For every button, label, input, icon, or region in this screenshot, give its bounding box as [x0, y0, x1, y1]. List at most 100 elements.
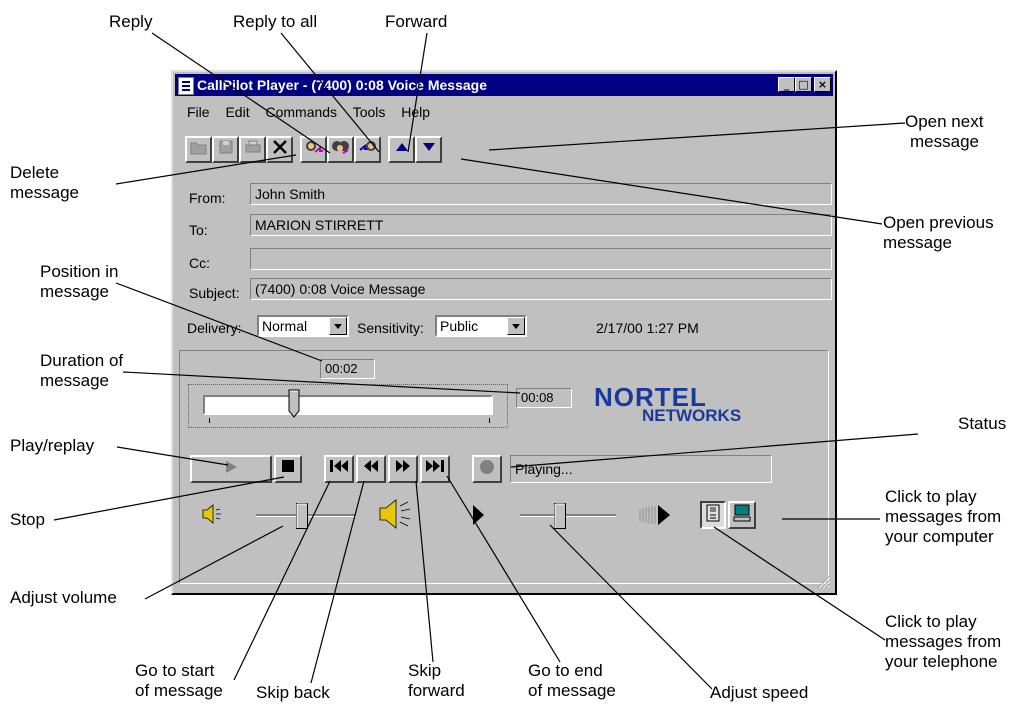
delete-message-button[interactable] — [266, 136, 293, 163]
print-button[interactable] — [239, 136, 266, 163]
menu-file[interactable]: File — [187, 104, 210, 120]
volume-slider-thumb[interactable] — [295, 503, 308, 529]
callout-go-to-start: Go to start of message — [135, 661, 223, 701]
save-icon — [219, 140, 232, 154]
callout-skip-forward: Skip forward — [408, 661, 465, 701]
callout-play-telephone-line1: Click to play — [885, 612, 977, 631]
message-date: 2/17/00 1:27 PM — [596, 320, 699, 336]
skip-back-button[interactable] — [356, 455, 386, 483]
minimize-button[interactable]: _ — [778, 77, 795, 92]
callout-go-to-end-line1: Go to end — [528, 661, 603, 680]
open-next-button[interactable] — [415, 136, 442, 163]
from-field[interactable]: John Smith — [250, 183, 832, 205]
callout-open-previous-line2: message — [883, 233, 952, 252]
save-button[interactable] — [212, 136, 239, 163]
reply-button[interactable] — [300, 136, 327, 163]
callout-stop: Stop — [10, 510, 45, 529]
menu-help[interactable]: Help — [401, 104, 430, 120]
position-slider-thumb[interactable] — [288, 389, 300, 418]
callout-forward: Forward — [385, 12, 448, 31]
go-to-start-button[interactable] — [324, 455, 354, 483]
chevron-down-icon[interactable] — [507, 317, 525, 335]
reply-all-icon — [331, 141, 349, 154]
subject-label: Subject: — [189, 285, 240, 301]
player-panel: 00:02 00:08 NORTEL NETWORKS Playing... — [179, 350, 829, 584]
menu-tools[interactable]: Tools — [353, 104, 386, 120]
cc-field[interactable] — [250, 248, 832, 270]
position-slider-frame — [188, 384, 508, 428]
title-bar[interactable]: CallPilot Player - (7400) 0:08 Voice Mes… — [175, 74, 833, 96]
app-icon — [178, 77, 194, 95]
callout-skip-forward-line2: forward — [408, 681, 465, 700]
arrow-down-icon — [422, 143, 435, 151]
play-icon — [226, 461, 237, 473]
go-to-end-button[interactable] — [420, 455, 450, 483]
callpilot-player-window: CallPilot Player - (7400) 0:08 Voice Mes… — [171, 70, 837, 595]
tick-mark — [489, 418, 490, 423]
reply-all-button[interactable] — [327, 136, 354, 163]
position-slider-track[interactable] — [203, 395, 493, 415]
callout-volume: Adjust volume — [10, 588, 117, 607]
skip-to-end-icon — [426, 460, 444, 472]
stop-icon — [282, 460, 294, 472]
delivery-label: Delivery: — [187, 320, 242, 336]
menu-commands[interactable]: Commands — [265, 104, 337, 120]
fast-forward-icon — [396, 460, 410, 472]
menu-edit[interactable]: Edit — [225, 104, 249, 120]
sensitivity-label: Sensitivity: — [357, 320, 424, 336]
speed-slow-icon — [473, 505, 484, 525]
play-button[interactable] — [190, 455, 272, 483]
menu-bar: File Edit Commands Tools Help — [187, 104, 442, 120]
callout-skip-back: Skip back — [256, 683, 330, 702]
callout-duration-line1: Duration of — [40, 351, 124, 370]
callout-skip-forward-line1: Skip — [408, 661, 442, 680]
open-previous-button[interactable] — [388, 136, 415, 163]
stop-button[interactable] — [274, 455, 302, 483]
callout-status: Status — [958, 414, 1007, 433]
callout-play-telephone-line3: your telephone — [885, 652, 998, 671]
forward-icon — [358, 141, 376, 151]
skip-forward-button[interactable] — [388, 455, 418, 483]
volume-high-icon — [379, 499, 411, 529]
to-label: To: — [189, 222, 208, 238]
rewind-icon — [364, 460, 378, 472]
open-folder-button[interactable] — [185, 136, 212, 163]
record-icon — [480, 460, 494, 474]
callout-go-to-start-line2: of message — [135, 681, 223, 700]
tick-mark — [209, 418, 210, 423]
duration-time: 00:08 — [516, 388, 572, 408]
speed-slider-thumb[interactable] — [553, 503, 566, 529]
callout-play: Play/replay — [10, 436, 95, 455]
close-button[interactable]: × — [814, 77, 831, 92]
resize-grip-icon[interactable] — [815, 573, 831, 589]
callout-delete: Delete message — [10, 163, 79, 203]
callout-open-next-line2: message — [910, 132, 979, 151]
to-field[interactable]: MARION STIRRETT — [250, 214, 832, 236]
play-from-computer-button[interactable] — [728, 501, 756, 529]
speed-slider-track[interactable] — [520, 514, 616, 517]
from-label: From: — [189, 190, 226, 206]
sensitivity-select[interactable]: Public — [435, 315, 527, 337]
delete-x-icon — [272, 140, 287, 154]
reply-icon — [305, 141, 323, 153]
callout-position-line2: message — [40, 282, 109, 301]
callout-open-next: Open next message — [905, 112, 983, 152]
callout-delete-line2: message — [10, 183, 79, 202]
subject-field[interactable]: (7400) 0:08 Voice Message — [250, 278, 832, 300]
maximize-button[interactable]: □ — [795, 77, 812, 92]
callout-play-computer-line1: Click to play — [885, 487, 977, 506]
volume-low-icon — [202, 504, 221, 524]
chevron-down-icon[interactable] — [329, 317, 347, 335]
forward-button[interactable] — [354, 136, 381, 163]
skip-to-start-icon — [330, 460, 348, 472]
record-button[interactable] — [472, 455, 502, 483]
nortel-logo-line2: NETWORKS — [642, 406, 742, 425]
callout-go-to-end: Go to end of message — [528, 661, 616, 701]
callout-position: Position in message — [40, 262, 118, 302]
callout-duration-line2: message — [40, 371, 109, 390]
play-from-telephone-button[interactable] — [700, 501, 726, 529]
status-field: Playing... — [510, 455, 772, 483]
window-title: CallPilot Player - (7400) 0:08 Voice Mes… — [197, 77, 487, 93]
callout-open-previous-line1: Open previous — [883, 213, 994, 232]
delivery-select[interactable]: Normal — [257, 315, 349, 337]
